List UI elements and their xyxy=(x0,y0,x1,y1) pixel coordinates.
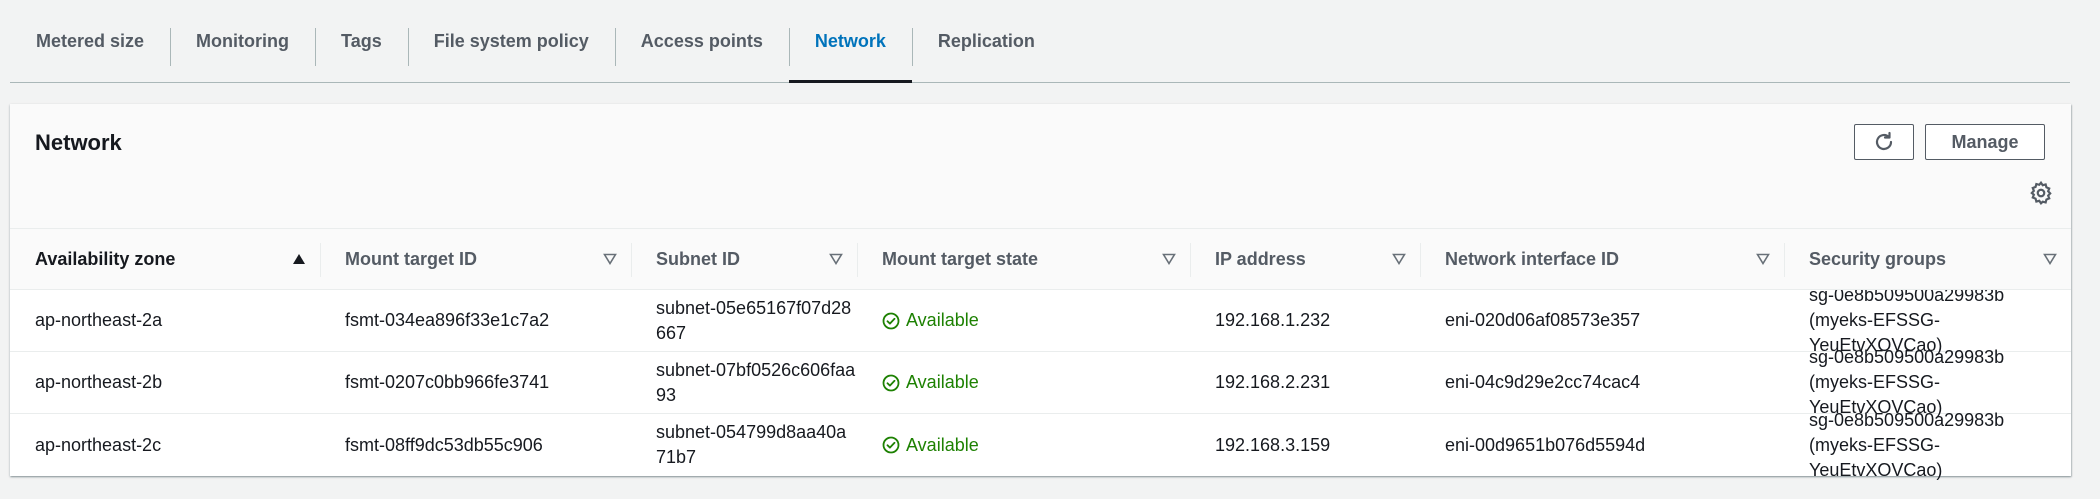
tab-label: Access points xyxy=(640,30,763,51)
column-label: Network interface ID xyxy=(1445,248,1620,269)
tab-replication[interactable]: Replication xyxy=(911,0,1061,82)
sort-icon xyxy=(603,253,617,265)
column-label: Mount target state xyxy=(882,248,1039,269)
sort-icon xyxy=(1162,253,1176,265)
sort-icon xyxy=(2043,253,2057,265)
cell-availability-zone: ap-northeast-2c xyxy=(35,434,162,455)
column-header-subnet-id[interactable]: Subnet ID xyxy=(631,229,857,289)
tab-tags[interactable]: Tags xyxy=(315,0,408,82)
tab-label: Metered size xyxy=(36,30,145,51)
tab-label: Tags xyxy=(341,30,382,51)
tab-metered-size[interactable]: Metered size xyxy=(10,0,170,82)
mount-targets-table: Availability zone Mount target ID Subnet… xyxy=(10,228,2071,480)
tab-label: Network xyxy=(814,30,886,51)
column-label: Subnet ID xyxy=(656,248,740,269)
tab-label: Monitoring xyxy=(196,30,290,51)
cell-mount-target-state: Available xyxy=(857,290,1190,351)
column-label: Availability zone xyxy=(35,248,176,269)
cell-security-groups: sg-0e8b509500a29983b (myeks-EFSSG-YeuEtv… xyxy=(1784,410,2071,480)
cell-availability-zone: ap-northeast-2a xyxy=(35,310,163,330)
cell-ip-address: 192.168.1.232 xyxy=(1215,310,1331,330)
column-header-mount-target-id[interactable]: Mount target ID xyxy=(320,229,631,289)
cell-subnet-id: subnet-07bf0526c606faa93 xyxy=(631,352,857,413)
tab-label: Replication xyxy=(937,30,1035,51)
tab-label: File system policy xyxy=(433,30,589,51)
cell-mount-target-id: fsmt-0207c0bb966fe3741 xyxy=(345,372,550,392)
manage-button[interactable]: Manage xyxy=(1925,124,2045,160)
cell-security-groups: sg-0e8b509500a29983b (myeks-EFSSG-YeuEtv… xyxy=(1784,285,2071,355)
sort-ascending-icon xyxy=(293,254,305,264)
status-badge: Available xyxy=(882,370,979,395)
tab-network[interactable]: Network xyxy=(788,0,912,83)
security-group-name: (myeks-EFSSG-YeuEtvXOVCao) xyxy=(1809,434,1943,480)
cell-mount-target-state: Available xyxy=(857,352,1190,413)
sort-icon xyxy=(829,253,843,265)
status-badge: Available xyxy=(882,433,979,458)
check-circle-icon xyxy=(882,436,900,454)
tab-file-system-policy[interactable]: File system policy xyxy=(407,0,615,82)
table-header: Availability zone Mount target ID Subnet… xyxy=(10,228,2071,290)
subnet-id-text: subnet-07bf0526c606faa93 xyxy=(656,359,856,405)
check-circle-icon xyxy=(882,374,900,391)
status-badge: Available xyxy=(882,308,979,333)
sort-icon xyxy=(1392,253,1406,265)
security-group-id: sg-0e8b509500a29983b xyxy=(1809,409,2005,430)
status-text: Available xyxy=(906,310,979,330)
column-header-availability-zone[interactable]: Availability zone xyxy=(10,229,320,289)
column-header-mount-target-state[interactable]: Mount target state xyxy=(857,229,1190,289)
table-row: ap-northeast-2c fsmt-08ff9dc53db55c906 s… xyxy=(10,410,2071,480)
column-header-network-interface-id[interactable]: Network interface ID xyxy=(1420,229,1784,289)
column-header-ip-address[interactable]: IP address xyxy=(1190,229,1420,289)
cell-ip-address: 192.168.2.231 xyxy=(1215,372,1331,392)
cell-ip-address: 192.168.3.159 xyxy=(1215,434,1331,455)
column-header-security-groups[interactable]: Security groups xyxy=(1784,229,2071,289)
cell-network-interface-id: eni-00d9651b076d5594d xyxy=(1445,434,1646,455)
cell-subnet-id: subnet-05e65167f07d28667 xyxy=(631,290,857,351)
sort-icon xyxy=(1756,253,1770,265)
tab-bar: Metered size Monitoring Tags File system… xyxy=(10,0,2070,83)
cell-mount-target-id: fsmt-08ff9dc53db55c906 xyxy=(345,434,543,455)
table-row: ap-northeast-2a fsmt-034ea896f33e1c7a2 s… xyxy=(10,285,2071,355)
refresh-button[interactable] xyxy=(1854,124,1914,160)
panel-title: Network xyxy=(35,130,122,155)
column-label: IP address xyxy=(1215,248,1306,269)
tab-access-points[interactable]: Access points xyxy=(614,0,789,82)
check-circle-icon xyxy=(882,312,900,329)
status-text: Available xyxy=(906,372,979,392)
tab-monitoring[interactable]: Monitoring xyxy=(170,0,315,82)
column-label: Security groups xyxy=(1809,248,1947,269)
cell-availability-zone: ap-northeast-2b xyxy=(35,372,163,392)
cell-mount-target-id: fsmt-034ea896f33e1c7a2 xyxy=(345,310,550,330)
cell-network-interface-id: eni-020d06af08573e357 xyxy=(1445,310,1641,330)
security-group-id: sg-0e8b509500a29983b xyxy=(1809,347,2005,367)
refresh-icon xyxy=(1875,131,1893,151)
column-label: Mount target ID xyxy=(345,248,477,269)
cell-security-groups: sg-0e8b509500a29983b (myeks-EFSSG-YeuEtv… xyxy=(1784,347,2071,417)
gear-icon[interactable] xyxy=(2028,180,2054,206)
cell-subnet-id: subnet-054799d8aa40a71b7 xyxy=(631,414,857,476)
table-row: ap-northeast-2b fsmt-0207c0bb966fe3741 s… xyxy=(10,347,2071,417)
panel-header: Network Manage xyxy=(10,104,2071,228)
subnet-id-text: subnet-05e65167f07d28667 xyxy=(656,297,852,343)
subnet-id-text: subnet-054799d8aa40a71b7 xyxy=(656,422,847,467)
cell-network-interface-id: eni-04c9d29e2cc74cac4 xyxy=(1445,372,1641,392)
status-text: Available xyxy=(906,434,979,455)
cell-mount-target-state: Available xyxy=(857,414,1190,476)
network-panel: Network Manage Availability zone Mount t… xyxy=(10,104,2071,480)
